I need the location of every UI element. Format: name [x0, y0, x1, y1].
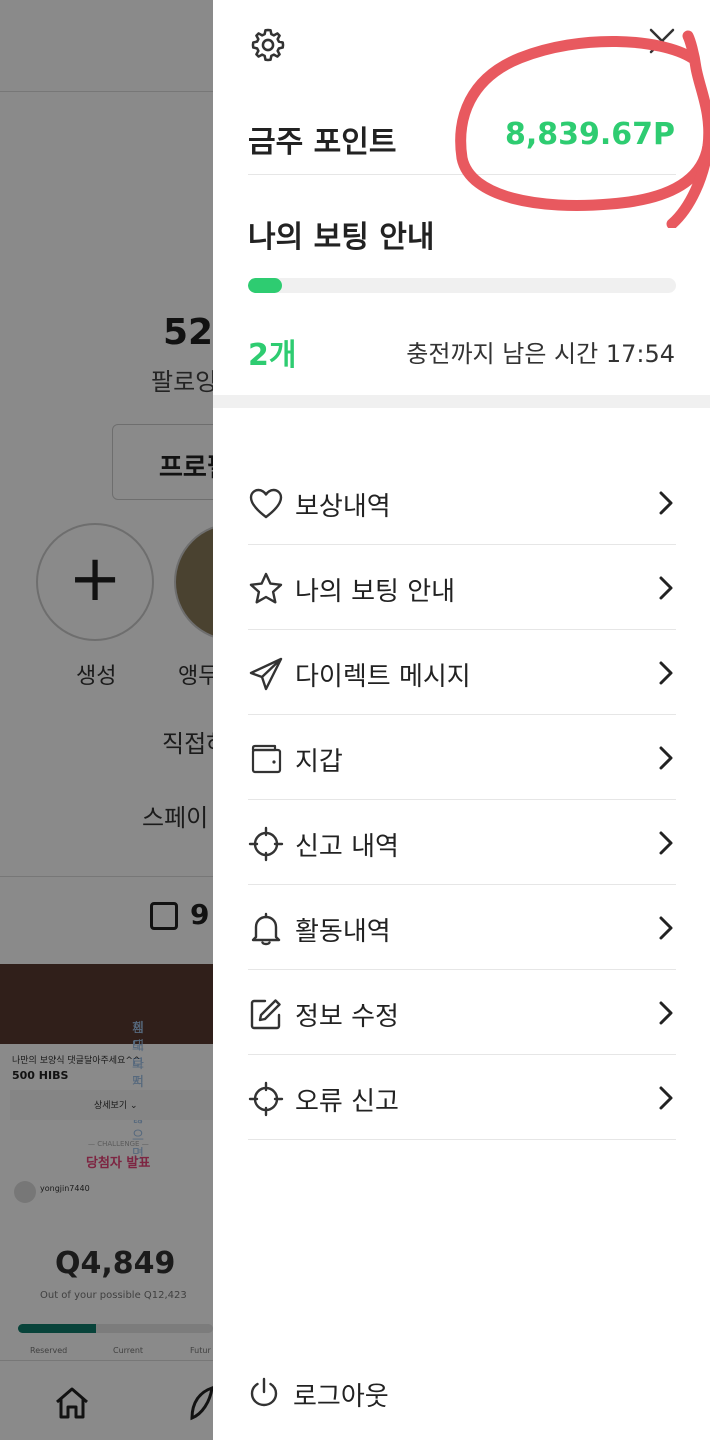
- paper-plane-icon: [249, 657, 283, 691]
- menu-item-label: 활동내역: [295, 917, 391, 947]
- chevron-right-icon: [659, 491, 673, 515]
- menu-item-label: 나의 보팅 안내: [295, 577, 456, 607]
- weekly-points-value: 8,839.67P: [504, 117, 675, 152]
- crosshair-icon: [248, 826, 284, 862]
- menu-item-label: 오류 신고: [295, 1087, 399, 1117]
- menu-item-direct-message[interactable]: 다이렉트 메시지: [248, 630, 676, 715]
- recharge-timer: 충전까지 남은 시간 17:54: [406, 340, 675, 368]
- weekly-points-label: 금주 포인트: [248, 125, 397, 160]
- chevron-right-icon: [659, 916, 673, 940]
- menu-item-rewards[interactable]: 보상내역: [248, 460, 676, 545]
- edit-icon: [250, 999, 281, 1030]
- vote-progress-bar: [248, 278, 676, 293]
- menu-item-label: 지갑: [295, 747, 343, 777]
- menu-item-wallet[interactable]: 지갑: [248, 715, 676, 800]
- menu-item-label: 다이렉트 메시지: [295, 662, 471, 692]
- vote-progress-fill: [248, 278, 283, 293]
- chevron-right-icon: [659, 831, 673, 855]
- menu-item-report-history[interactable]: 신고 내역: [248, 800, 676, 885]
- chevron-right-icon: [659, 661, 673, 685]
- gear-icon[interactable]: [249, 26, 287, 64]
- logout-button[interactable]: 로그아웃: [248, 1372, 448, 1412]
- section-separator: [213, 395, 710, 408]
- chevron-right-icon: [659, 746, 673, 770]
- menu-item-label: 신고 내역: [295, 832, 399, 862]
- logout-label: 로그아웃: [293, 1382, 389, 1412]
- chevron-right-icon: [659, 576, 673, 600]
- power-icon: [250, 1377, 278, 1407]
- menu-item-voting-guide[interactable]: 나의 보팅 안내: [248, 545, 676, 630]
- menu-item-label: 정보 수정: [295, 1002, 399, 1032]
- menu-item-edit-profile[interactable]: 정보 수정: [248, 970, 676, 1055]
- voting-guide-title: 나의 보팅 안내: [248, 220, 435, 255]
- crosshair-icon: [248, 1081, 284, 1117]
- vote-count: 2개: [248, 338, 297, 373]
- wallet-icon: [251, 744, 282, 774]
- header-divider: [248, 174, 676, 175]
- drawer-menu: 보상내역 나의 보팅 안내 다이렉트 메시지 지갑 신고 내역 활동내역 정보 …: [248, 460, 676, 1140]
- menu-item-activity[interactable]: 활동내역: [248, 885, 676, 970]
- menu-item-label: 보상내역: [295, 492, 391, 522]
- side-drawer: 금주 포인트 8,839.67P 나의 보팅 안내 2개 충전까지 남은 시간 …: [213, 0, 710, 1440]
- chevron-right-icon: [659, 1086, 673, 1110]
- bell-icon: [251, 912, 281, 946]
- heart-icon: [249, 488, 283, 519]
- star-icon: [249, 572, 283, 604]
- menu-item-error-report[interactable]: 오류 신고: [248, 1055, 676, 1140]
- chevron-right-icon: [659, 1001, 673, 1025]
- close-icon[interactable]: [647, 26, 677, 56]
